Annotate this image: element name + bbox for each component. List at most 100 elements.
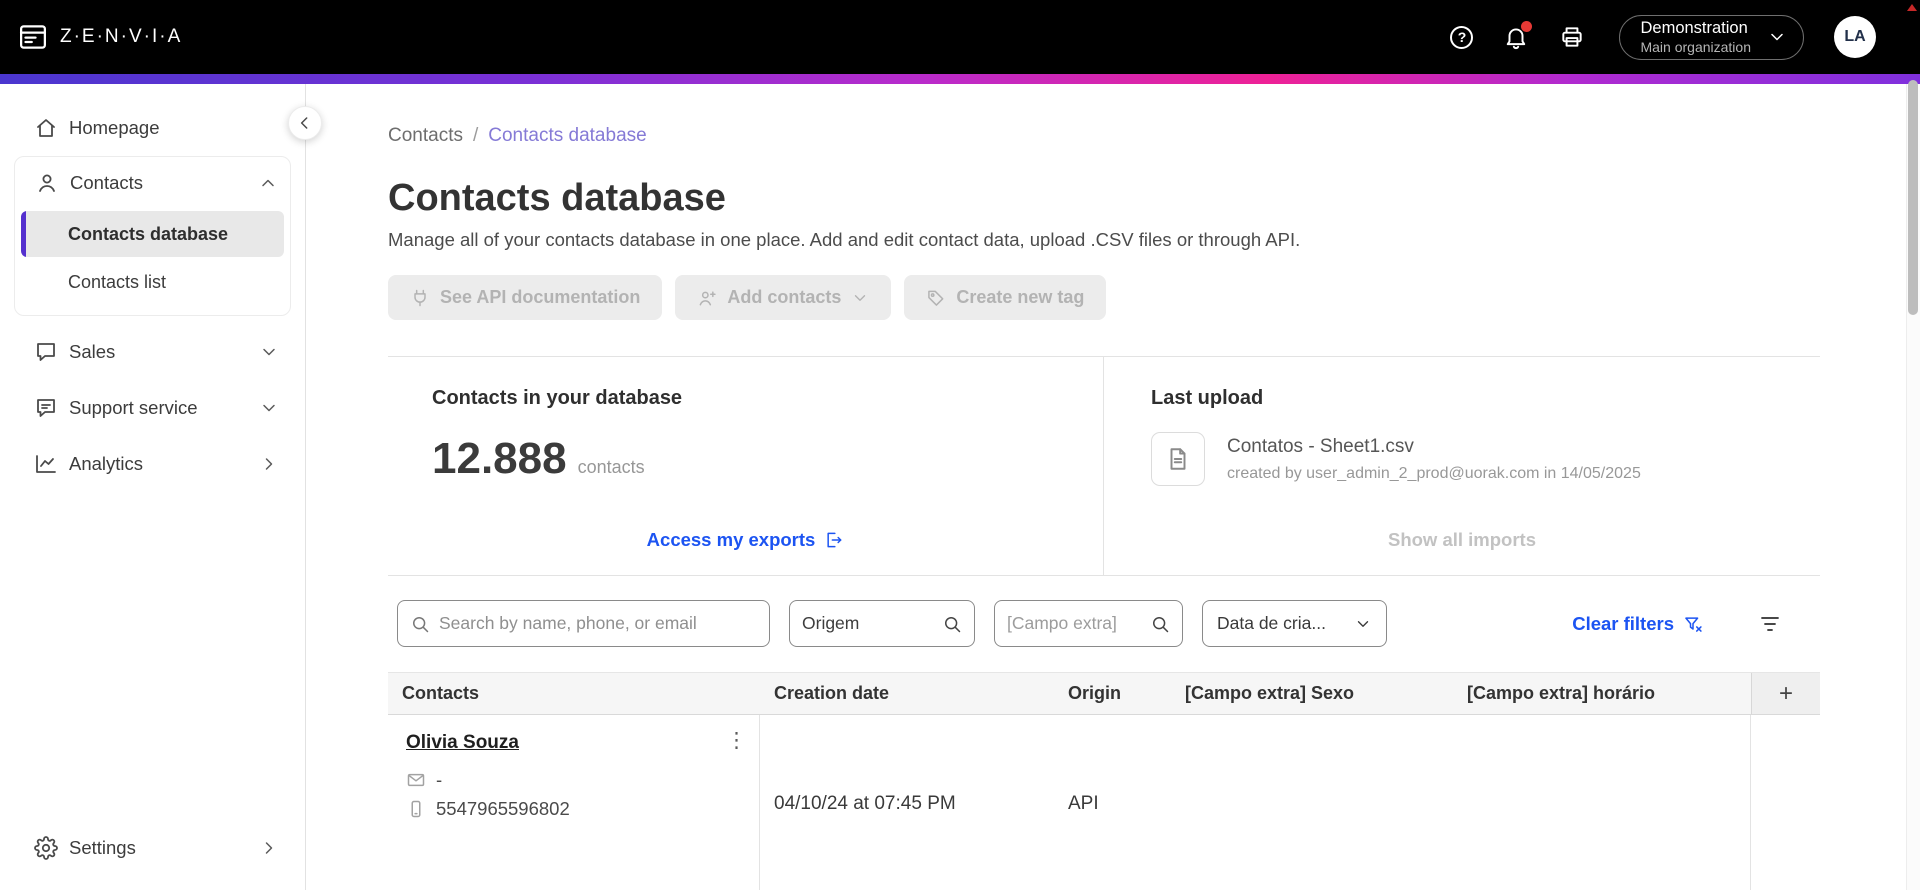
chevron-right-icon bbox=[259, 454, 279, 474]
upload-row: Contatos - Sheet1.csv created by user_ad… bbox=[1151, 432, 1820, 486]
search-input[interactable] bbox=[439, 613, 757, 634]
column-header-origin[interactable]: Origin bbox=[1054, 683, 1171, 704]
page-title: Contacts database bbox=[388, 177, 726, 219]
sidebar: Homepage Contacts Contacts database Cont… bbox=[0, 84, 322, 890]
api-plug-icon bbox=[410, 288, 430, 308]
clear-filters-link[interactable]: Clear filters bbox=[1572, 613, 1703, 635]
org-texts: Demonstration Main organization bbox=[1640, 18, 1751, 56]
sidebar-item-label: Sales bbox=[69, 341, 116, 362]
top-bar-actions: ? Demonstration Main organization LA bbox=[1450, 14, 1876, 60]
scrollbar[interactable] bbox=[1906, 0, 1920, 890]
add-column-button[interactable]: + bbox=[1751, 673, 1820, 714]
sidebar-item-label: Contacts list bbox=[68, 271, 167, 292]
notifications-button[interactable] bbox=[1503, 21, 1533, 50]
campo-extra-input[interactable] bbox=[1007, 613, 1141, 634]
origin-cell: API bbox=[1068, 793, 1099, 814]
add-column-cell bbox=[1751, 715, 1820, 890]
accent-gradient-bar bbox=[0, 74, 1920, 84]
access-exports-link[interactable]: Access my exports bbox=[647, 529, 845, 551]
sidebar-group-contacts: Contacts Contacts database Contacts list bbox=[14, 156, 291, 316]
org-name: Demonstration bbox=[1640, 18, 1748, 37]
button-label: See API documentation bbox=[440, 287, 641, 307]
contact-email-line: - bbox=[406, 769, 753, 791]
creation-date-filter[interactable]: Data de cria... bbox=[1202, 600, 1387, 647]
campo-sexo-cell bbox=[1171, 715, 1453, 890]
avatar[interactable]: LA bbox=[1834, 16, 1876, 58]
sidebar-item-homepage[interactable]: Homepage bbox=[0, 100, 305, 156]
add-contacts-button[interactable]: Add contacts bbox=[675, 275, 892, 320]
file-icon bbox=[1151, 432, 1205, 486]
contacts-count-row: 12.888 contacts bbox=[432, 434, 1103, 484]
stats-section: Contacts in your database 12.888 contact… bbox=[388, 356, 1820, 576]
brand[interactable]: Z·E·N·V·I·A bbox=[18, 22, 182, 52]
contacts-table: Contacts Creation date Origin [Campo ext… bbox=[388, 672, 1820, 890]
sidebar-item-analytics[interactable]: Analytics bbox=[0, 436, 305, 492]
button-label: Add contacts bbox=[727, 287, 842, 307]
search-box bbox=[397, 600, 770, 647]
devices-button[interactable] bbox=[1559, 24, 1585, 50]
sidebar-item-contacts-list[interactable]: Contacts list bbox=[21, 259, 284, 305]
clear-filter-icon bbox=[1683, 614, 1703, 634]
filter-bar: Data de cria... Clear filters bbox=[388, 600, 1820, 647]
chevron-right-icon bbox=[259, 838, 279, 858]
row-menu-button[interactable]: ⋮ bbox=[720, 730, 753, 751]
contact-name-link[interactable]: Olivia Souza bbox=[406, 731, 519, 755]
breadcrumb-contacts[interactable]: Contacts bbox=[388, 124, 463, 147]
table-header-row: Contacts Creation date Origin [Campo ext… bbox=[388, 672, 1820, 715]
chat-lines-icon bbox=[34, 396, 58, 420]
link-label: Clear filters bbox=[1572, 612, 1674, 634]
user-icon bbox=[35, 171, 59, 195]
breadcrumb: Contacts / Contacts database bbox=[388, 124, 1820, 147]
card-title: Contacts in your database bbox=[432, 387, 683, 409]
sidebar-item-sales[interactable]: Sales bbox=[0, 324, 305, 380]
filter-lines-icon bbox=[1758, 612, 1782, 636]
create-new-tag-button[interactable]: Create new tag bbox=[904, 275, 1107, 320]
scroll-up-arrow[interactable] bbox=[1907, 4, 1917, 11]
sidebar-item-label: Analytics bbox=[69, 453, 144, 474]
sidebar-item-contacts-database[interactable]: Contacts database bbox=[21, 211, 284, 257]
origem-input[interactable] bbox=[802, 613, 933, 634]
sidebar-item-settings[interactable]: Settings bbox=[0, 820, 305, 876]
column-header-creation-date[interactable]: Creation date bbox=[760, 683, 1054, 704]
filter-settings-button[interactable] bbox=[1758, 612, 1782, 636]
show-all-imports-link[interactable]: Show all imports bbox=[1388, 529, 1536, 551]
org-subtitle: Main organization bbox=[1640, 38, 1751, 55]
add-contact-icon bbox=[697, 288, 717, 308]
help-button[interactable]: ? bbox=[1450, 25, 1474, 49]
notification-dot bbox=[1521, 21, 1533, 32]
sidebar-item-contacts[interactable]: Contacts bbox=[15, 157, 290, 209]
chevron-down-icon bbox=[851, 289, 869, 307]
contacts-count-card: Contacts in your database 12.888 contact… bbox=[388, 357, 1103, 575]
chat-icon bbox=[34, 340, 58, 364]
card-title: Last upload bbox=[1151, 387, 1264, 409]
breadcrumb-separator: / bbox=[472, 125, 479, 146]
main-content: Contacts / Contacts database Contacts da… bbox=[306, 84, 1920, 890]
sidebar-item-support-service[interactable]: Support service bbox=[0, 380, 305, 436]
page-description: Manage all of your contacts database in … bbox=[388, 229, 1301, 250]
see-api-docs-button[interactable]: See API documentation bbox=[388, 275, 663, 320]
org-switcher[interactable]: Demonstration Main organization bbox=[1619, 14, 1804, 60]
upload-file-name: Contatos - Sheet1.csv bbox=[1227, 435, 1414, 457]
creation-date-cell: 04/10/24 at 07:45 PM bbox=[774, 793, 956, 814]
top-bar: Z·E·N·V·I·A ? Demonstration Main organiz… bbox=[0, 0, 1920, 74]
chevron-left-icon bbox=[295, 113, 315, 133]
column-header-campo-horario[interactable]: [Campo extra] horário bbox=[1453, 683, 1751, 704]
help-icon: ? bbox=[1450, 25, 1474, 49]
contact-cell: Olivia Souza ⋮ - 5547965596802 bbox=[388, 715, 760, 890]
column-header-contacts[interactable]: Contacts bbox=[388, 683, 760, 704]
export-icon bbox=[824, 530, 844, 550]
button-label: Create new tag bbox=[956, 287, 1085, 307]
column-header-campo-sexo[interactable]: [Campo extra] Sexo bbox=[1171, 683, 1453, 704]
sidebar-item-label: Homepage bbox=[69, 117, 160, 138]
chevron-down-icon bbox=[259, 398, 279, 418]
search-icon bbox=[942, 614, 962, 634]
sidebar-collapse-button[interactable] bbox=[288, 106, 322, 140]
chevron-down-icon bbox=[259, 342, 279, 362]
avatar-initials: LA bbox=[1844, 28, 1866, 45]
origem-box bbox=[789, 600, 975, 647]
printer-icon bbox=[1559, 24, 1585, 50]
scrollbar-thumb[interactable] bbox=[1908, 80, 1918, 315]
breadcrumb-current[interactable]: Contacts database bbox=[488, 124, 646, 147]
chevron-down-icon bbox=[1354, 615, 1372, 633]
chevron-up-icon bbox=[258, 173, 278, 193]
